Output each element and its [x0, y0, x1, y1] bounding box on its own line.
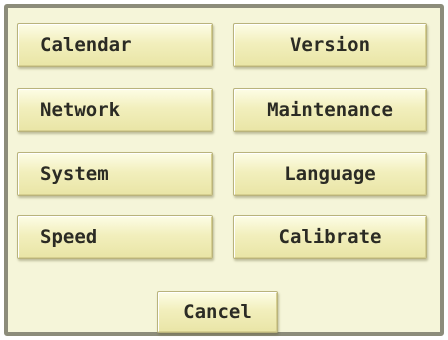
- language-button[interactable]: Language: [233, 152, 427, 196]
- system-button[interactable]: System: [17, 152, 213, 196]
- version-button[interactable]: Version: [233, 23, 427, 67]
- maintenance-button[interactable]: Maintenance: [233, 88, 427, 132]
- calibrate-button[interactable]: Calibrate: [233, 215, 427, 259]
- calendar-button[interactable]: Calendar: [17, 23, 213, 67]
- cancel-button[interactable]: Cancel: [157, 291, 278, 333]
- speed-button[interactable]: Speed: [17, 215, 213, 259]
- network-button[interactable]: Network: [17, 88, 213, 132]
